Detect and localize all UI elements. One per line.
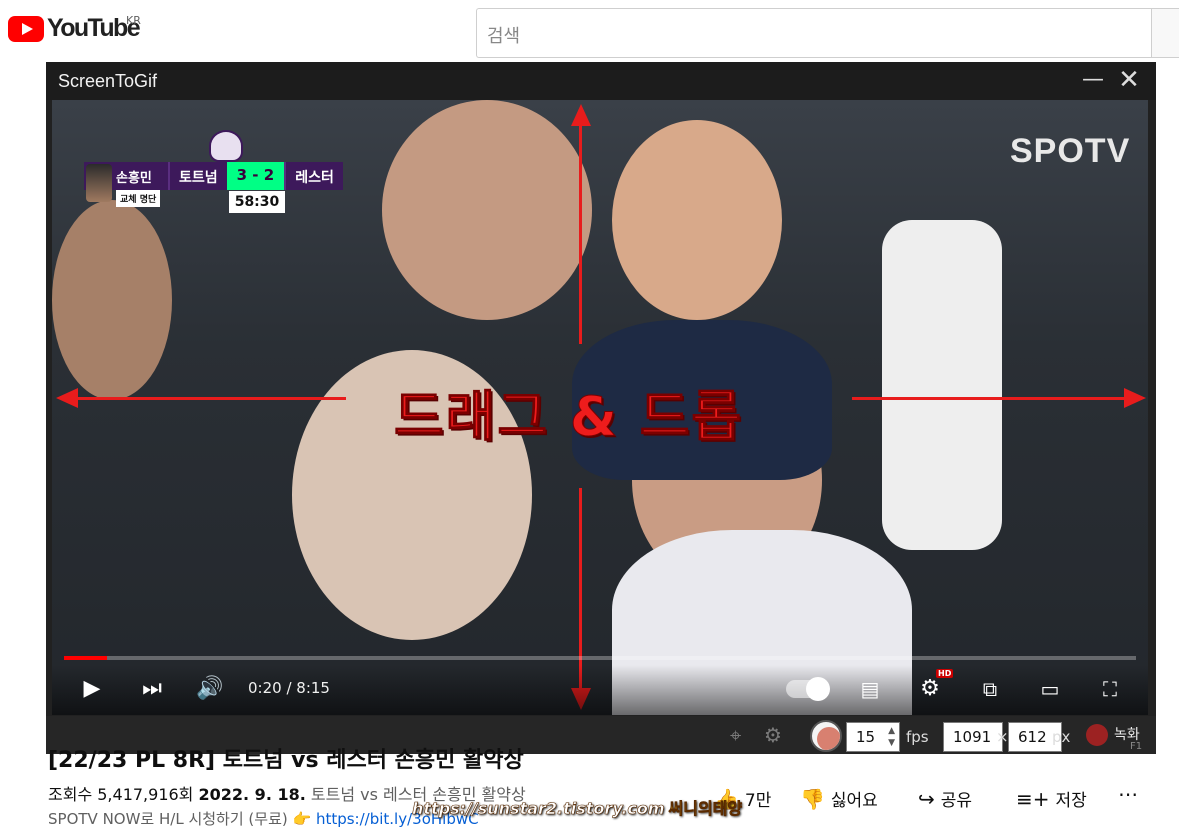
title-bar[interactable]: ScreenToGif — ✕ (46, 62, 1156, 100)
close-icon[interactable]: ✕ (1118, 67, 1140, 93)
fps-input[interactable]: 15 ▲ ▼ (846, 722, 900, 752)
player-controls: ▶ ⏭ 🔊 0:20 / 8:15 ▤ ⚙ HD ⧉ ▭ ⛶ (52, 665, 1148, 715)
window-title: ScreenToGif (58, 71, 158, 91)
watermark-url: https://sunstar2.tistory.com (412, 799, 665, 819)
home-team: 토트넘 (168, 162, 227, 190)
share-label: 공유 (940, 791, 973, 811)
time-display: 0:20 / 8:15 (248, 679, 330, 697)
match-clock: 58:30 (229, 191, 285, 213)
watermark-brand: 써니의태양 (668, 799, 743, 819)
save-label: 저장 (1055, 791, 1087, 811)
search-box[interactable]: 검색 (476, 8, 1151, 58)
view-count: 조회수 5,417,916회 (48, 785, 194, 804)
broadcaster-logo: SPOTV (1010, 132, 1131, 170)
arrow-right-icon (1124, 388, 1146, 408)
record-icon[interactable] (1086, 724, 1108, 746)
premier-league-crest-icon (209, 130, 243, 162)
player-name: 손흥민 (116, 171, 152, 186)
video-title: [22/23 PL 8R] 토트넘 vs 레스터 손흥민 활약상 (48, 748, 524, 773)
country-code: KR (126, 14, 141, 27)
crowd-face (52, 200, 172, 400)
fps-value: 15 (856, 728, 876, 746)
arrow-left-icon (56, 388, 78, 408)
search-input[interactable]: 검색 (487, 22, 520, 48)
width-input[interactable]: 1091 (943, 722, 1003, 752)
dislike-label: 싫어요 (830, 791, 878, 811)
dislike-button[interactable]: 👎 싫어요 (800, 786, 878, 811)
progress-bar[interactable] (64, 656, 1136, 660)
subtitles-icon[interactable]: ▤ (854, 676, 886, 704)
drag-and-drop-caption: 드래그 & 드롭 (393, 385, 744, 449)
height-value: 612 (1018, 728, 1047, 746)
times-sign: × (996, 728, 1009, 746)
scoreboard-player: 손흥민 교체 명단 (84, 162, 168, 207)
playlist-add-icon: ≡+ (1016, 787, 1050, 811)
fps-label: fps (906, 728, 929, 746)
color-picker-icon[interactable] (810, 720, 842, 752)
search-button[interactable] (1151, 8, 1179, 58)
youtube-play-icon (8, 15, 44, 42)
like-count: 7만 (744, 791, 772, 811)
miniplayer-icon[interactable]: ⧉ (974, 676, 1006, 704)
video-player[interactable]: SPOTV 손흥민 교체 명단 토트넘 3 - 2 레스터 58:30 드래그 … (52, 100, 1148, 715)
crowd-face (612, 120, 782, 320)
upload-date: 2022. 9. 18. (198, 785, 306, 804)
youtube-header: YouTube KR 검색 (0, 0, 1179, 64)
description-text: SPOTV NOW로 H/L 시청하기 (무료) 👉 (48, 810, 312, 828)
fullscreen-icon[interactable]: ⛶ (1094, 676, 1126, 704)
theater-mode-icon[interactable]: ▭ (1034, 676, 1066, 704)
arrow-up-line (579, 114, 582, 344)
raised-arm (882, 220, 1002, 550)
play-icon[interactable]: ▶ (76, 676, 108, 704)
youtube-logo[interactable]: YouTube (8, 14, 141, 43)
progress-bar-fill (64, 656, 107, 660)
crosshair-icon[interactable]: ⌖ (730, 723, 741, 747)
blog-watermark: https://sunstar2.tistory.com 써니의태양 (412, 795, 743, 819)
next-icon[interactable]: ⏭ (136, 676, 168, 704)
player-avatar (86, 164, 112, 202)
autoplay-toggle[interactable] (786, 677, 830, 701)
settings-gears-icon[interactable]: ⚙ (764, 723, 782, 747)
share-button[interactable]: ↪ 공유 (918, 786, 972, 811)
more-actions-button[interactable]: ⋯ (1118, 782, 1138, 806)
player-status: 교체 명단 (116, 190, 161, 207)
scoreboard: 손흥민 교체 명단 토트넘 3 - 2 레스터 58:30 (84, 162, 343, 213)
settings-icon[interactable]: ⚙ (914, 676, 946, 704)
width-value: 1091 (953, 728, 992, 746)
match-score: 3 - 2 (226, 162, 285, 190)
away-team: 레스터 (284, 162, 343, 190)
save-button[interactable]: ≡+ 저장 (1016, 786, 1087, 811)
volume-icon[interactable]: 🔊 (194, 676, 226, 704)
thumbs-down-icon: 👎 (800, 787, 825, 811)
arrow-right-line (852, 397, 1132, 400)
px-label: px (1052, 728, 1071, 746)
crowd-face (382, 100, 592, 320)
spinner-arrows-icon[interactable]: ▲ ▼ (888, 725, 895, 749)
share-icon: ↪ (918, 787, 935, 811)
hd-badge: HD (936, 669, 954, 678)
minimize-icon[interactable]: — (1082, 69, 1104, 91)
record-shortcut: F1 (1130, 741, 1143, 752)
arrow-up-icon (571, 104, 591, 126)
arrow-left-line (66, 397, 346, 400)
